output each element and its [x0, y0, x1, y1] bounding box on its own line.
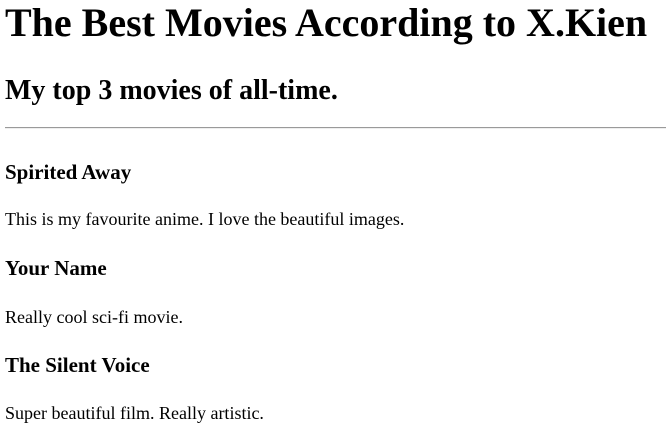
page-title: The Best Movies According to X.Kien: [5, 0, 648, 45]
divider: [5, 127, 666, 129]
movie-description-your-name: Really cool sci-fi movie.: [5, 307, 183, 327]
movie-description-the-silent-voice: Super beautiful film. Really artistic.: [5, 403, 264, 423]
page-content: The Best Movies According to X.Kien My t…: [0, 0, 667, 440]
movie-title-spirited-away: Spirited Away: [5, 160, 132, 184]
movie-title-the-silent-voice: The Silent Voice: [5, 353, 150, 377]
movie-description-spirited-away: This is my favourite anime. I love the b…: [5, 209, 405, 229]
page-subtitle: My top 3 movies of all-time.: [5, 75, 338, 106]
movie-title-your-name: Your Name: [5, 256, 107, 280]
